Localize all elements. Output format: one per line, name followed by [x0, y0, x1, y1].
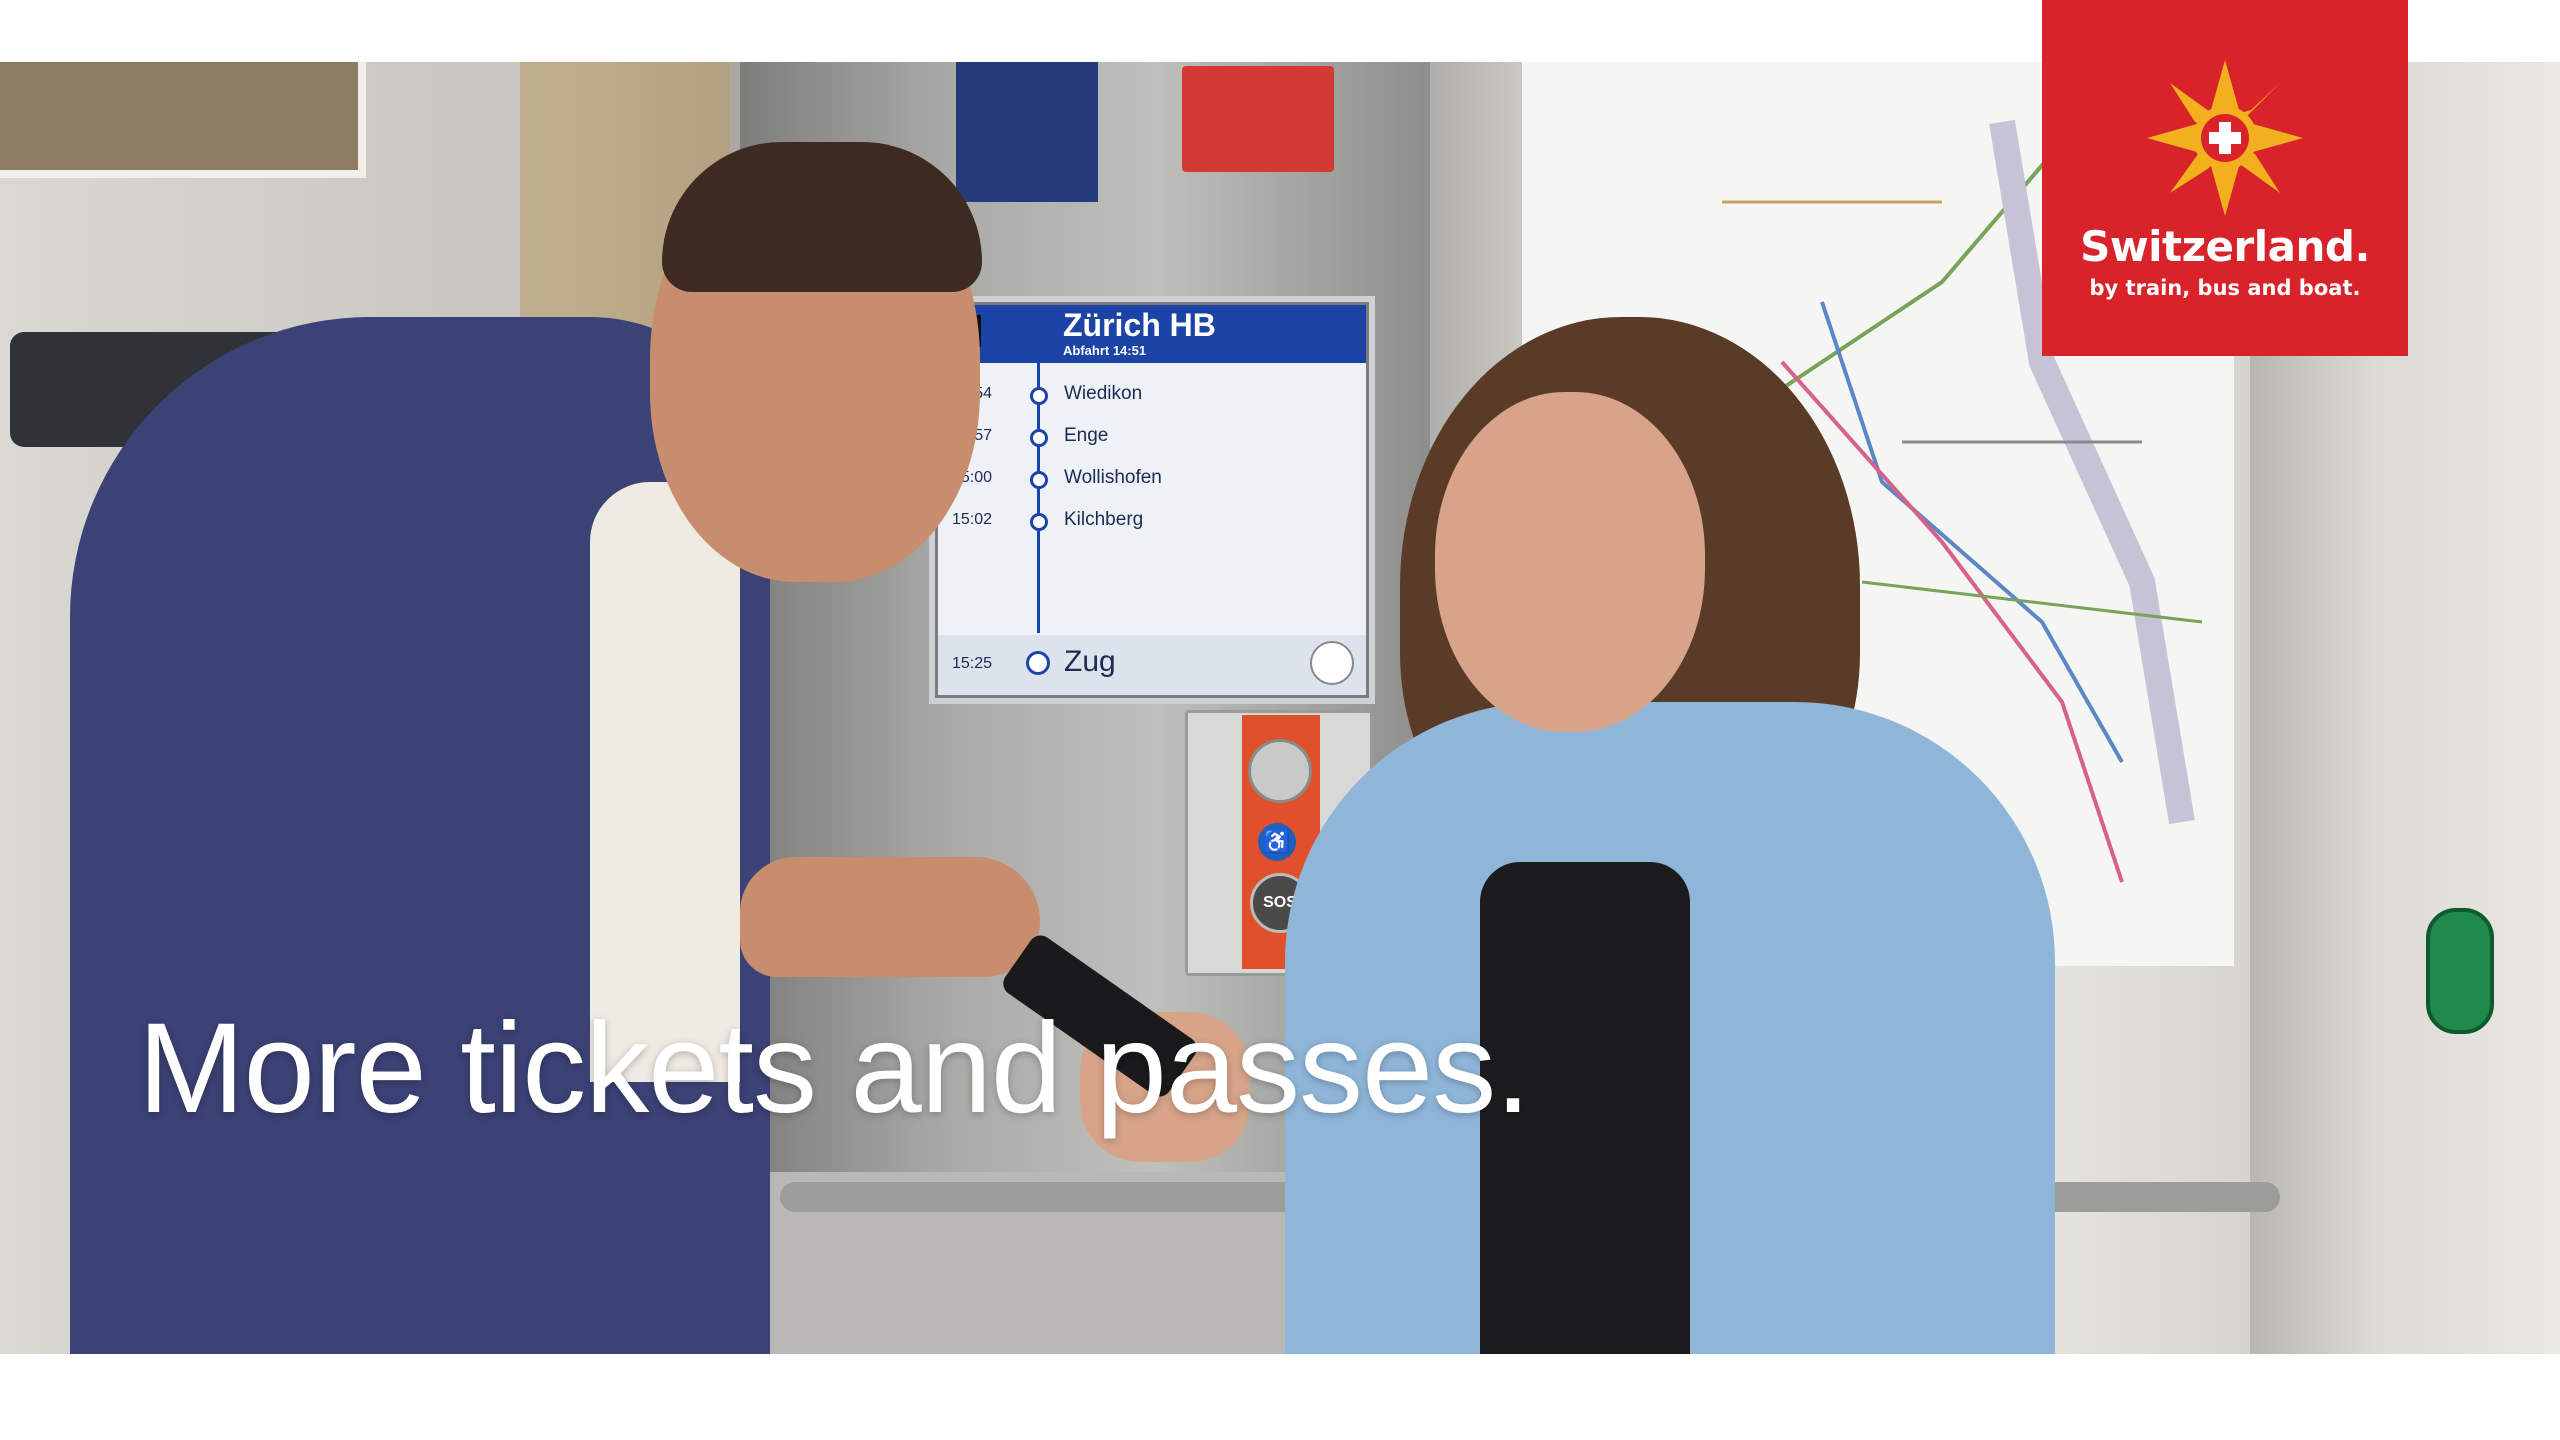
stop-dot — [1030, 513, 1048, 531]
logo-wordmark: Switzerland. — [2080, 222, 2370, 271]
departure-time: Abfahrt 14:51 — [1063, 343, 1147, 358]
stop-name: Wollishofen — [1064, 467, 1162, 488]
stop-row: 14:57 Enge — [938, 419, 1366, 459]
edelweiss-swiss-cross-icon — [2147, 60, 2303, 216]
stop-row: 15:00 Wollishofen — [938, 461, 1366, 501]
stop-row: 15:02 Kilchberg — [938, 503, 1366, 543]
stop-dot — [1030, 471, 1048, 489]
stop-name: Enge — [1064, 425, 1109, 446]
display-header: 24 Zürich HB Abfahrt 14:51 — [938, 305, 1366, 363]
logo-tagline: by train, bus and boat. — [2089, 276, 2361, 300]
emergency-instructions-sign — [956, 62, 1098, 202]
stop-dot — [1026, 651, 1050, 675]
stop-time: 15:25 — [952, 655, 993, 672]
destination: Zürich HB — [1063, 307, 1216, 343]
door-open-button — [2426, 908, 2494, 1034]
man-hand — [740, 857, 1040, 977]
stop-dot — [1030, 387, 1048, 405]
stop-time: 15:02 — [952, 511, 993, 528]
stop-dot — [1030, 429, 1048, 447]
slide-headline: More tickets and passes. — [138, 997, 1531, 1140]
train-info-display: 24 Zürich HB Abfahrt 14:51 14:54 Wiediko… — [935, 302, 1369, 698]
switzerland-logo: Switzerland. by train, bus and boat. — [2042, 0, 2408, 356]
stop-name: Zug — [1064, 645, 1116, 678]
wall-poster — [0, 62, 366, 178]
stop-name: Kilchberg — [1064, 509, 1144, 530]
stop-row: 14:54 Wiedikon — [938, 377, 1366, 417]
clock-icon — [1310, 641, 1354, 685]
emergency-handle-box — [1182, 66, 1334, 172]
man-shirt — [590, 482, 740, 1082]
wheelchair-icon: ♿ — [1258, 823, 1296, 861]
woman-face — [1435, 392, 1705, 732]
final-stop-row: 15:25 Zug — [938, 635, 1366, 695]
stop-name: Wiedikon — [1064, 383, 1143, 404]
speaker-grille — [1248, 739, 1312, 803]
